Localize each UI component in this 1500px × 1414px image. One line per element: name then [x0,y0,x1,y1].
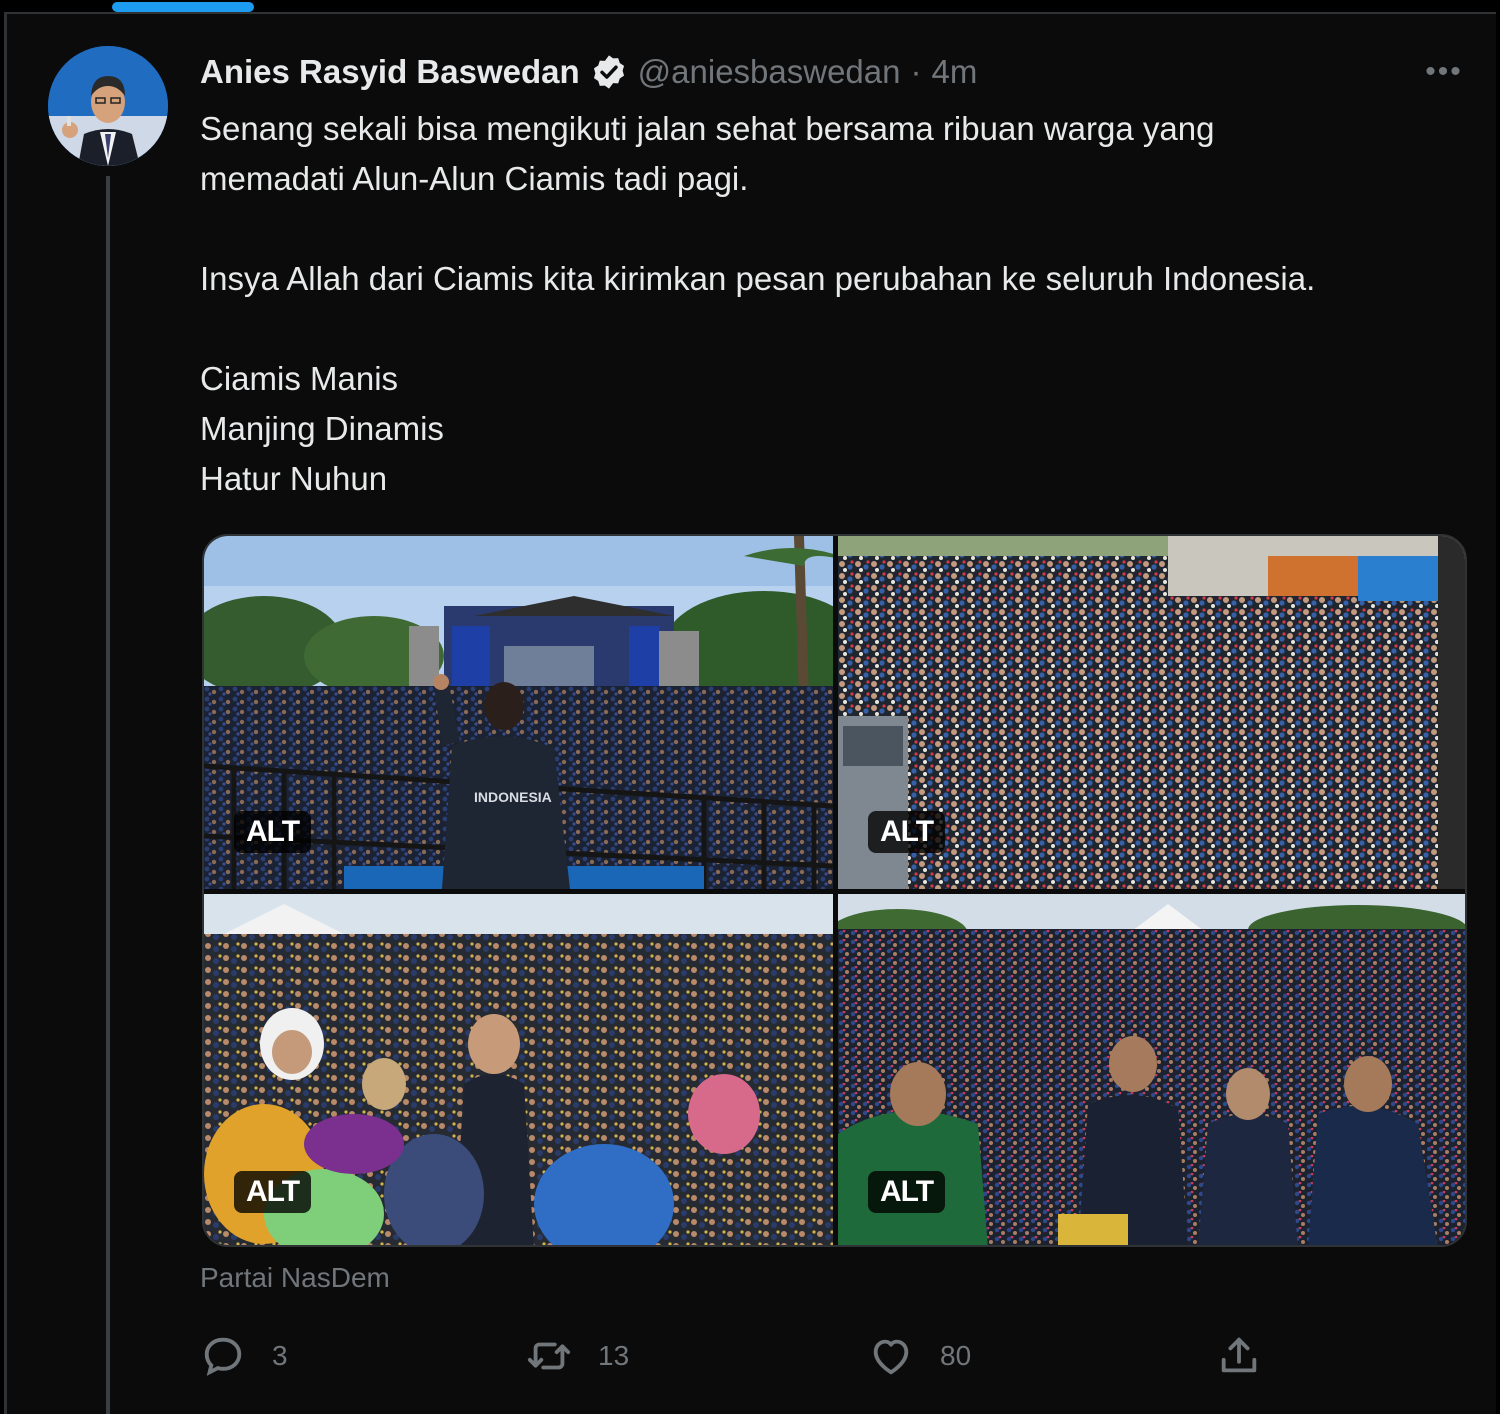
like-count: 80 [940,1340,972,1371]
tweet-source[interactable]: Partai NasDem [200,1262,390,1294]
tweet-line: Senang sekali bisa mengikuti jalan sehat… [200,110,1215,147]
tweet-line: Insya Allah dari Ciamis kita kirimkan pe… [200,260,1316,297]
author-handle[interactable]: @aniesbaswedan [638,53,901,91]
tweet-line: memadati Alun-Alun Ciamis tadi pagi. [200,160,749,197]
avatar[interactable] [48,46,168,166]
media-grid: INDONESIA ALT ALT ALT ALT [202,534,1467,1247]
verified-badge-icon [590,53,628,91]
more-icon[interactable]: ••• [1420,52,1468,92]
share-icon [1216,1333,1262,1379]
author-name[interactable]: Anies Rasyid Baswedan [200,53,580,91]
tweet-header: Anies Rasyid Baswedan @aniesbaswedan · 4… [200,50,977,94]
tweet-line: Hatur Nuhun [200,460,388,497]
alt-badge[interactable]: ALT [234,1171,312,1213]
shirt-text: INDONESIA [474,789,552,805]
photo-crowd-selfie[interactable]: ALT [838,894,1465,1245]
active-tab-indicator [112,2,254,12]
photo-street-crowd[interactable]: ALT [838,536,1465,889]
reply-icon [200,1333,246,1379]
tweet-text: Senang sekali bisa mengikuti jalan sehat… [200,104,1480,504]
thread-line [106,176,110,1414]
alt-badge[interactable]: ALT [234,811,312,853]
separator-dot: · [910,53,922,90]
retweet-count: 13 [598,1340,630,1371]
reply-count: 3 [272,1340,288,1371]
heart-icon [868,1333,914,1379]
retweet-icon [526,1333,572,1379]
action-bar: 3 13 80 [0,1324,1500,1388]
photo-close-crowd[interactable]: ALT [204,894,833,1245]
retweet-button[interactable]: 13 [526,1324,629,1388]
photo-stage-crowd[interactable]: INDONESIA ALT [204,536,833,889]
tweet-line: Ciamis Manis [200,360,399,397]
alt-badge[interactable]: ALT [868,811,946,853]
tweet-line: Manjing Dinamis [200,410,444,447]
alt-badge[interactable]: ALT [868,1171,946,1213]
share-button[interactable] [1216,1324,1262,1388]
reply-button[interactable]: 3 [200,1324,288,1388]
like-button[interactable]: 80 [868,1324,971,1388]
timestamp[interactable]: 4m [932,53,978,91]
